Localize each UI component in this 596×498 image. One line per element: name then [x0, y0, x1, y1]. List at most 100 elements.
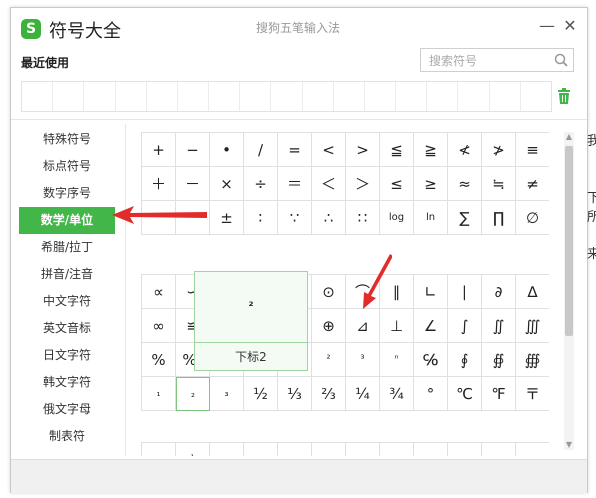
recent-symbol-slot[interactable] [178, 82, 210, 111]
symbol-cell[interactable]: ⊿ [346, 309, 380, 343]
scrollbar-thumb[interactable] [565, 146, 573, 336]
symbol-cell[interactable]: × [210, 167, 244, 201]
sidebar-item-category[interactable]: 英文音标 [19, 315, 115, 342]
sidebar-item-category[interactable]: 希腊/拉丁 [19, 234, 115, 261]
search-box[interactable] [420, 48, 574, 72]
symbol-cell[interactable]: ∠ [414, 309, 448, 343]
symbol-cell[interactable]: ± [210, 201, 244, 235]
recent-symbol-slot[interactable] [396, 82, 428, 111]
symbol-cell[interactable]: ℅ [414, 343, 448, 377]
symbol-cell[interactable]: ℃ [448, 377, 482, 411]
symbol-cell[interactable]: ⅓ [278, 377, 312, 411]
symbol-cell[interactable]: ≠ [516, 167, 549, 201]
symbol-cell[interactable]: ∶ [244, 201, 278, 235]
symbol-cell[interactable]: ∝ [142, 275, 176, 309]
symbol-cell[interactable]: ln [414, 201, 448, 235]
symbol-cell[interactable]: + [142, 133, 176, 167]
symbol-cell[interactable]: ≮ [448, 133, 482, 167]
recent-symbol-slot[interactable] [240, 82, 272, 111]
sidebar-item-category[interactable]: 标点符号 [19, 153, 115, 180]
symbol-cell[interactable]: ⊙ [312, 275, 346, 309]
symbol-cell[interactable]: > [346, 133, 380, 167]
symbol-cell[interactable]: = [278, 133, 312, 167]
symbol-cell[interactable]: ¹ [176, 443, 210, 456]
sidebar-item-category[interactable]: 俄文字母 [19, 396, 115, 423]
symbol-cell[interactable]: ∯ [482, 343, 516, 377]
recent-symbol-slot[interactable] [147, 82, 178, 111]
symbol-cell[interactable]: ∏ [482, 201, 516, 235]
symbol-cell[interactable] [278, 443, 312, 456]
symbol-cell[interactable] [346, 443, 380, 456]
recent-symbol-slot[interactable] [427, 82, 459, 111]
symbol-cell[interactable]: ∣ [448, 275, 482, 309]
symbol-cell[interactable]: ≤ [380, 167, 414, 201]
symbol-cell[interactable]: ∭ [516, 309, 549, 343]
symbol-cell[interactable] [448, 443, 482, 456]
symbol-cell[interactable]: ＝ [278, 167, 312, 201]
symbol-cell[interactable]: ½ [244, 377, 278, 411]
symbol-cell[interactable] [482, 443, 516, 456]
symbol-cell[interactable]: ＞ [346, 167, 380, 201]
symbol-cell[interactable]: − [176, 133, 210, 167]
symbol-cell[interactable]: ∆ [516, 275, 549, 309]
symbol-cell[interactable]: ⅔ [312, 377, 346, 411]
recent-symbol-slot[interactable] [490, 82, 521, 111]
symbol-cell[interactable]: ⁿ [380, 343, 414, 377]
symbol-cell[interactable]: ₁ [142, 377, 176, 411]
scroll-down-icon[interactable]: ▼ [564, 440, 574, 450]
sidebar-item-category[interactable]: 特殊符号 [19, 126, 115, 153]
recent-symbol-slot[interactable] [209, 82, 241, 111]
symbol-cell[interactable]: ＜ [312, 167, 346, 201]
sidebar-item-category[interactable]: 韩文字符 [19, 369, 115, 396]
sidebar-item-category[interactable]: 拼音/注音 [19, 261, 115, 288]
recent-symbol-slot[interactable] [116, 82, 147, 111]
symbol-cell[interactable] [142, 443, 176, 456]
symbol-cell[interactable]: ≈ [448, 167, 482, 201]
symbol-cell[interactable]: ∵ [278, 201, 312, 235]
symbol-cell[interactable]: ÷ [244, 167, 278, 201]
symbol-cell[interactable]: ∑ [448, 201, 482, 235]
recent-symbol-slot[interactable] [271, 82, 303, 111]
symbol-cell[interactable]: ³ [346, 343, 380, 377]
symbol-cell[interactable]: ∞ [142, 309, 176, 343]
recent-symbol-slot[interactable] [521, 82, 551, 111]
symbol-cell[interactable] [312, 443, 346, 456]
symbol-cell[interactable]: ∫ [448, 309, 482, 343]
symbol-cell[interactable]: － [176, 167, 210, 201]
recent-symbol-slot[interactable] [365, 82, 397, 111]
symbol-cell[interactable]: % [142, 343, 176, 377]
symbol-cell[interactable]: ∂ [482, 275, 516, 309]
close-button[interactable]: ✕ [560, 16, 580, 36]
minimize-button[interactable]: — [537, 16, 557, 36]
title-bar[interactable]: S 符号大全 搜狗五笔输入法 — ✕ [11, 8, 587, 48]
symbol-cell[interactable]: ∅ [516, 201, 549, 235]
symbol-cell[interactable]: ⊕ [312, 309, 346, 343]
sidebar-item-category[interactable]: 日文字符 [19, 342, 115, 369]
symbol-cell[interactable]: ≦ [380, 133, 414, 167]
symbol-cell[interactable]: ≯ [482, 133, 516, 167]
symbol-cell[interactable]: ∴ [312, 201, 346, 235]
symbol-cell[interactable]: ≒ [482, 167, 516, 201]
symbol-cell[interactable]: ∮ [448, 343, 482, 377]
symbol-cell[interactable]: log [380, 201, 414, 235]
symbol-cell[interactable] [244, 443, 278, 456]
symbol-cell[interactable]: ≧ [414, 133, 448, 167]
symbol-cell[interactable]: ℉ [482, 377, 516, 411]
recent-symbol-slot[interactable] [458, 82, 490, 111]
symbol-cell[interactable]: • [210, 133, 244, 167]
symbol-cell[interactable]: ¼ [346, 377, 380, 411]
recent-symbol-slot[interactable] [303, 82, 334, 111]
symbol-cell[interactable]: ∬ [482, 309, 516, 343]
sidebar-item-category[interactable]: 数学/单位 [19, 207, 115, 234]
recent-symbol-slot[interactable] [334, 82, 365, 111]
symbol-cell[interactable]: ≡ [516, 133, 549, 167]
symbol-cell[interactable]: ° [414, 377, 448, 411]
symbol-cell[interactable] [380, 443, 414, 456]
symbol-cell[interactable]: ₃ [210, 377, 244, 411]
search-input[interactable] [427, 52, 551, 70]
recent-symbol-slot[interactable] [22, 82, 54, 111]
sidebar-item-category[interactable]: 中文字符 [19, 288, 115, 315]
recent-symbol-slot[interactable] [53, 82, 85, 111]
scroll-up-icon[interactable]: ▲ [564, 132, 574, 142]
symbol-cell[interactable]: ＋ [142, 167, 176, 201]
